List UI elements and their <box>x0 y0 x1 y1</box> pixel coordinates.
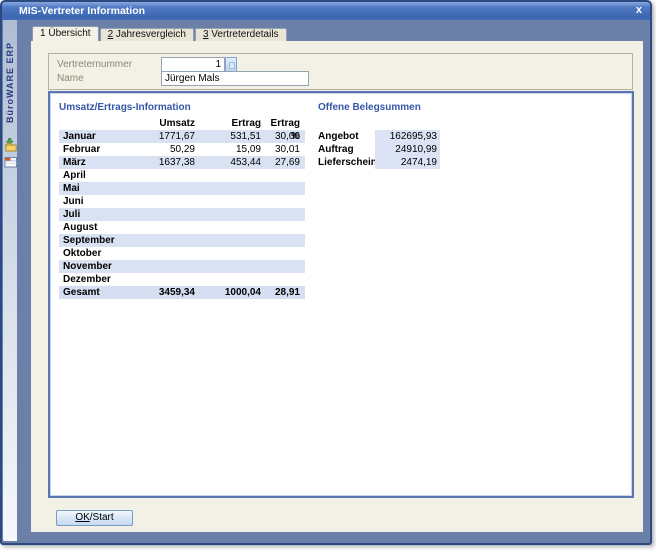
belege-row-lieferschein: Lieferschein2474,19 <box>318 156 440 169</box>
belege-table: Angebot162695,93 Auftrag24910,99 Liefers… <box>318 130 440 169</box>
table-row-november: November <box>59 260 305 273</box>
folder-import-icon[interactable] <box>4 138 18 153</box>
table-row-juni: Juni <box>59 195 305 208</box>
brand-vertical-label: BüroWARE ERP <box>3 28 17 123</box>
table-row-februar: Februar50,2915,0930,01 <box>59 143 305 156</box>
table-row-mai: Mai <box>59 182 305 195</box>
table-row-april: April <box>59 169 305 182</box>
table-row-juli: Juli <box>59 208 305 221</box>
info-panel: Umsatz/Ertrags-Information Umsatz Ertrag… <box>48 91 634 498</box>
spinner-icon <box>229 62 235 69</box>
vertreternummer-label: Vertreternummer <box>57 59 132 70</box>
name-field[interactable]: Jürgen Mals <box>161 71 309 86</box>
col-ertrag-pct: Ertrag % <box>261 117 300 130</box>
table-row-dezember: Dezember <box>59 273 305 286</box>
tab-jahresvergleich[interactable]: 2 Jahresvergleich <box>100 28 194 41</box>
table-row-gesamt: Gesamt 3459,34 1000,04 28,91 <box>59 286 305 299</box>
umsatz-table: Umsatz Ertrag Ertrag % Januar1771,67531,… <box>59 117 305 299</box>
dialog-window: MIS-Vertreter Information x BüroWARE ERP… <box>0 0 652 545</box>
umsatz-table-header: Umsatz Ertrag Ertrag % <box>59 117 305 130</box>
belege-row-angebot: Angebot162695,93 <box>318 130 440 143</box>
umsatz-section-title: Umsatz/Ertrags-Information <box>59 102 191 113</box>
vertreternummer-field[interactable]: 1 <box>161 57 225 72</box>
ok-start-button[interactable]: OK/Start <box>56 510 133 526</box>
close-icon[interactable]: x <box>636 2 642 20</box>
window-title: MIS-Vertreter Information <box>19 5 145 17</box>
table-row-september: September <box>59 234 305 247</box>
table-row-oktober: Oktober <box>59 247 305 260</box>
tab-page-uebersicht: Vertreternummer 1 Name Jürgen Mals Umsat… <box>31 41 643 532</box>
table-row-maerz: März1637,38453,4427,69 <box>59 156 305 169</box>
belege-section-title: Offene Belegsummen <box>318 102 421 113</box>
title-bar[interactable]: MIS-Vertreter Information x <box>2 2 650 20</box>
vertreter-groupbox: Vertreternummer 1 Name Jürgen Mals <box>48 53 633 90</box>
belege-row-auftrag: Auftrag24910,99 <box>318 143 440 156</box>
table-row-august: August <box>59 221 305 234</box>
name-label: Name <box>57 73 84 84</box>
umsatz-table-body: Januar1771,67531,5130,00 Februar50,2915,… <box>59 130 305 286</box>
form-window-icon[interactable] <box>4 156 18 171</box>
spinner-button[interactable] <box>225 57 237 72</box>
tab-uebersicht[interactable]: 1 Übersicht <box>32 26 99 41</box>
tab-vertreterdetails[interactable]: 3 Vertreterdetails <box>195 28 287 41</box>
col-ertrag: Ertrag <box>195 117 261 130</box>
col-umsatz: Umsatz <box>129 117 195 130</box>
table-row-januar: Januar1771,67531,5130,00 <box>59 130 305 143</box>
tab-bar: 1 Übersicht 2 Jahresvergleich 3 Vertrete… <box>32 26 287 41</box>
